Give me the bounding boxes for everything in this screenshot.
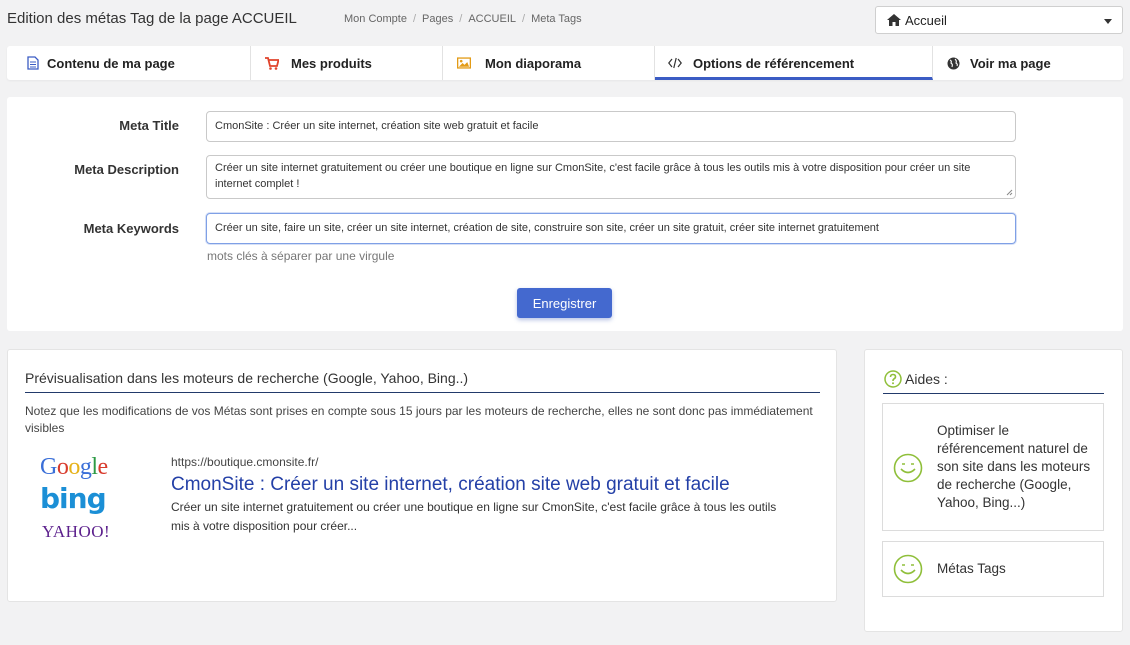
help-title: Aides : bbox=[905, 371, 948, 387]
tab-label: Contenu de ma page bbox=[47, 56, 175, 71]
tab-contenu[interactable]: Contenu de ma page bbox=[7, 46, 251, 80]
serp-url: https://boutique.cmonsite.fr/ bbox=[171, 455, 319, 469]
chevron-down-icon bbox=[1104, 19, 1112, 24]
tab-produits[interactable]: Mes produits bbox=[251, 46, 443, 80]
meta-description-label: Meta Description bbox=[74, 162, 179, 177]
search-preview-card: Prévisualisation dans les moteurs de rec… bbox=[7, 349, 837, 602]
image-icon bbox=[457, 56, 471, 70]
yahoo-logo: YAHOO! bbox=[42, 522, 111, 541]
breadcrumb: Mon Compte / Pages / ACCUEIL / Meta Tags bbox=[344, 13, 582, 25]
tab-referencement[interactable]: Options de référencement bbox=[655, 46, 933, 80]
question-circle-icon bbox=[884, 370, 902, 388]
page-header: Edition des métas Tag de la page ACCUEIL… bbox=[0, 0, 1130, 40]
meta-title-label: Meta Title bbox=[119, 118, 179, 133]
breadcrumb-separator: / bbox=[412, 13, 417, 25]
help-divider bbox=[883, 393, 1104, 394]
serp-title-link[interactable]: CmonSite : Créer un site internet, créat… bbox=[171, 474, 730, 496]
meta-keywords-input[interactable]: Créer un site, faire un site, créer un s… bbox=[206, 213, 1016, 244]
help-item-metas-tags[interactable]: Métas Tags bbox=[882, 541, 1104, 597]
tab-voir-page[interactable]: Voir ma page bbox=[933, 46, 1123, 80]
preview-note: Notez que les modifications de vos Métas… bbox=[25, 404, 813, 435]
breadcrumb-separator: / bbox=[522, 13, 526, 25]
meta-keywords-label: Meta Keywords bbox=[83, 221, 179, 236]
home-icon bbox=[887, 14, 901, 26]
meta-description-textarea[interactable]: Créer un site internet gratuitement ou c… bbox=[206, 155, 1016, 199]
tab-label: Mon diaporama bbox=[485, 56, 582, 71]
breadcrumb-item-mon-compte[interactable]: Mon Compte bbox=[344, 13, 407, 25]
meta-description-value: Créer un site internet gratuitement ou c… bbox=[215, 162, 971, 190]
meta-title-input[interactable]: CmonSite : Créer un site internet, créat… bbox=[206, 111, 1016, 142]
serp-description: Créer un site internet gratuitement ou c… bbox=[171, 500, 777, 533]
smiley-icon bbox=[893, 453, 923, 483]
help-header: Aides : bbox=[884, 370, 948, 388]
help-item-label: Métas Tags bbox=[937, 561, 1006, 576]
resize-grip-icon[interactable] bbox=[1005, 188, 1013, 196]
breadcrumb-item-pages[interactable]: Pages bbox=[422, 13, 453, 25]
breadcrumb-item-accueil[interactable]: ACCUEIL bbox=[468, 13, 516, 25]
help-item-referencement[interactable]: Optimiser le référencement naturel de so… bbox=[882, 403, 1104, 531]
page-select[interactable]: Accueil bbox=[875, 6, 1123, 34]
preview-title: Prévisualisation dans les moteurs de rec… bbox=[25, 370, 469, 386]
keywords-help-text: mots clés à séparer par une virgule bbox=[207, 249, 395, 263]
globe-icon bbox=[946, 56, 960, 70]
tab-label: Options de référencement bbox=[693, 56, 855, 71]
page-select-value: Accueil bbox=[905, 12, 947, 28]
google-logo: Google bbox=[40, 454, 108, 480]
search-engine-logos: Google bing YAHOO! bbox=[38, 454, 123, 544]
tab-label: Mes produits bbox=[291, 56, 372, 71]
tab-diaporama[interactable]: Mon diaporama bbox=[443, 46, 655, 80]
section-tabs: Contenu de ma page Mes produits Mon diap… bbox=[7, 46, 1123, 80]
help-item-label: Optimiser le référencement naturel de so… bbox=[937, 423, 1091, 510]
document-icon bbox=[26, 56, 40, 70]
cart-icon bbox=[265, 56, 279, 70]
save-button[interactable]: Enregistrer bbox=[517, 288, 612, 318]
bing-logo: bing bbox=[40, 482, 107, 515]
tab-label: Voir ma page bbox=[970, 56, 1051, 71]
meta-form: Meta Title CmonSite : Créer un site inte… bbox=[7, 97, 1123, 331]
breadcrumb-separator: / bbox=[459, 13, 463, 25]
breadcrumb-item-meta-tags: Meta Tags bbox=[531, 13, 582, 25]
preview-divider bbox=[25, 392, 820, 393]
page-title: Edition des métas Tag de la page ACCUEIL bbox=[7, 10, 297, 27]
help-card: Aides : Optimiser le référencement natur… bbox=[864, 349, 1123, 632]
code-icon bbox=[668, 56, 682, 70]
smiley-icon bbox=[893, 554, 923, 584]
